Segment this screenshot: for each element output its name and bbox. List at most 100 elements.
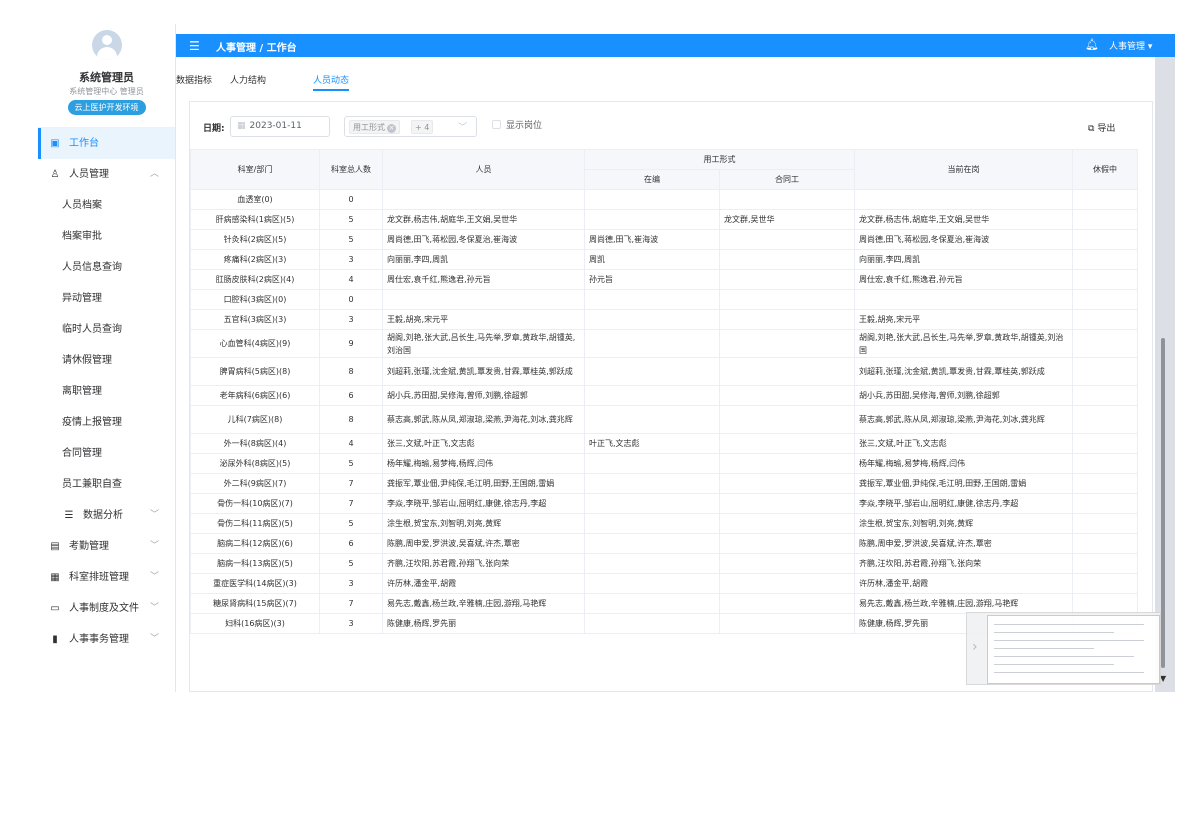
cell-contract bbox=[719, 593, 855, 614]
table-row[interactable]: 泌尿外科(8病区)(5) 5 杨年耀,梅瑜,易梦梅,杨辉,闫伟 杨年耀,梅瑜,易梦梅,… bbox=[190, 453, 1138, 474]
sidebar-menu: ▣ 工作台 ♙ 人员管理 ︿ 人员档案 档案审批 人员信息查询 异动管理 临时人员查… bbox=[38, 128, 175, 655]
sidebar-item-schedule[interactable]: ▦ 科室排班管理 ﹀ bbox=[38, 562, 175, 593]
cell-current: 易先志,戴鑫,杨兰政,辛雅楠,庄园,游翔,马艳辉 bbox=[854, 593, 1073, 614]
env-badge[interactable]: 云上医护开发环境 bbox=[67, 100, 146, 115]
table-row[interactable]: 骨伤一科(10病区)(7) 7 李焱,李晓平,邹岩山,屈明红,康健,徐志丹,李超 李焱… bbox=[190, 493, 1138, 514]
sidebar-item-attendance[interactable]: ▤ 考勤管理 ﹀ bbox=[38, 531, 175, 562]
sidebar-item-label: 异动管理 bbox=[62, 293, 102, 304]
sidebar-item-label: 合同管理 bbox=[62, 448, 102, 459]
select-tag-label: 用工形式 bbox=[353, 123, 385, 132]
cell-dept: 脑病一科(13病区)(5) bbox=[190, 553, 320, 574]
sidebar-item-label: 离职管理 bbox=[62, 386, 102, 397]
avatar[interactable] bbox=[91, 30, 122, 60]
select-tag[interactable]: 用工形式 × bbox=[349, 120, 400, 134]
table-row[interactable]: 肝病感染科(1病区)(5) 5 龙文群,杨志伟,胡庭华,王文娟,吴世华 龙文群,吴世华… bbox=[190, 209, 1138, 230]
chevron-right-icon[interactable]: › bbox=[972, 639, 978, 655]
cell-current: 胡阁,刘艳,张大武,吕长生,马先举,罗章,黄政华,胡锺英,刘治国 bbox=[854, 329, 1073, 358]
sidebar-item-temp-query[interactable]: 临时人员查询 bbox=[38, 314, 175, 345]
minimap-viewport[interactable] bbox=[987, 615, 1160, 684]
sidebar-item-transfer[interactable]: 异动管理 bbox=[38, 283, 175, 314]
cell-onpost bbox=[584, 533, 720, 554]
export-button[interactable]: ⧉ 导出 bbox=[1088, 121, 1115, 134]
cell-onpost bbox=[584, 553, 720, 574]
cell-current: 周仕宏,袁千红,熊逸君,孙元旨 bbox=[854, 269, 1073, 290]
table-row[interactable]: 老年病科(6病区)(6) 6 胡小兵,苏田甜,吴修海,曾师,刘鹏,徐超郭 胡小兵,苏田… bbox=[190, 385, 1138, 406]
table-row[interactable]: 骨伤二科(11病区)(5) 5 涂生根,贺宝东,刘智明,刘亮,黄辉 涂生根,贺宝东,刘… bbox=[190, 513, 1138, 534]
cell-onpost bbox=[584, 405, 720, 434]
vertical-scrollbar[interactable]: ▼ bbox=[1155, 57, 1175, 692]
bell-icon[interactable]: 🔔︎ bbox=[1085, 38, 1099, 51]
table-row[interactable]: 糖尿肾病科(15病区)(7) 7 易先志,戴鑫,杨兰政,辛雅楠,庄园,游翔,马艳辉易… bbox=[190, 593, 1138, 614]
sidebar-item-policy[interactable]: ▭ 人事制度及文件 ﹀ bbox=[38, 593, 175, 624]
table-row[interactable]: 脾胃病科(5病区)(8) 8 刘超莉,张瑾,沈金斌,黄凯,覃发贵,甘霖,覃桂英,郭跃… bbox=[190, 357, 1138, 386]
cell-onpost bbox=[584, 453, 720, 474]
cell-onpost bbox=[584, 613, 720, 634]
cell-total: 4 bbox=[319, 433, 383, 454]
scrollbar-thumb[interactable] bbox=[1161, 338, 1165, 668]
sidebar-item-dashboard[interactable]: ▣ 工作台 bbox=[38, 128, 175, 159]
cell-total: 8 bbox=[319, 405, 383, 434]
close-icon[interactable]: × bbox=[387, 124, 396, 133]
cell-onpost: 周凯 bbox=[584, 249, 720, 270]
cell-contract bbox=[719, 229, 855, 250]
cell-contract bbox=[719, 513, 855, 534]
cell-current: 陈鹏,周申爱,罗洪波,吴喜斌,许杰,覃密 bbox=[854, 533, 1073, 554]
table-row[interactable]: 外一科(8病区)(4) 4 张三,文斌,叶正飞,文志彪 叶正飞,文志彪 张三,文斌,叶正… bbox=[190, 433, 1138, 454]
show-position-checkbox[interactable]: 显示岗位 bbox=[492, 118, 542, 131]
tab-metrics[interactable]: 数据指标 bbox=[176, 73, 212, 86]
checkbox-box[interactable] bbox=[492, 120, 501, 129]
chevron-down-icon: ﹀ bbox=[149, 634, 159, 644]
table-row[interactable]: 五官科(3病区)(3) 3 王毅,胡亮,宋元平 王毅,胡亮,宋元平 bbox=[190, 309, 1138, 330]
sidebar-item-resign[interactable]: 离职管理 bbox=[38, 376, 175, 407]
sidebar-item-contract[interactable]: 合同管理 bbox=[38, 438, 175, 469]
table-row[interactable]: 脑病一科(13病区)(5) 5 齐鹏,汪坎阳,苏君霞,孙翔飞,张向荣 齐鹏,汪坎阳,苏… bbox=[190, 553, 1138, 574]
cell-current bbox=[854, 289, 1073, 310]
cell-current: 蔡志高,郭武,陈从凤,郑淑琼,梁燕,尹海花,刘冰,龚兆辉 bbox=[854, 405, 1073, 434]
table-row[interactable]: 儿科(7病区)(8) 8 蔡志高,郭武,陈从凤,郑淑琼,梁燕,尹海花,刘冰,龚兆辉蔡… bbox=[190, 405, 1138, 434]
date-picker[interactable]: ▦ 2023-01-11 bbox=[230, 116, 330, 137]
table-row[interactable]: 针灸科(2病区)(5) 5 周尚德,田飞,蒋松园,冬保夏治,崔海波 周尚德,田飞,崔海… bbox=[190, 229, 1138, 250]
dashboard-icon: ▣ bbox=[50, 138, 60, 149]
table-row[interactable]: 口腔科(3病区)(0) 0 bbox=[190, 289, 1138, 310]
user-menu[interactable]: 人事管理 ▾ bbox=[1109, 39, 1152, 52]
sidebar-item-affairs[interactable]: ▮ 人事事务管理 ﹀ bbox=[38, 624, 175, 655]
cell-dept: 老年病科(6病区)(6) bbox=[190, 385, 320, 406]
minimap-preview[interactable]: › bbox=[966, 612, 1161, 685]
sidebar-item-archive[interactable]: 人员档案 bbox=[38, 190, 175, 221]
tab-structure[interactable]: 人力结构 bbox=[230, 73, 266, 86]
sidebar-item-epidemic[interactable]: 疫情上报管理 bbox=[38, 407, 175, 438]
sidebar-item-info-query[interactable]: 人员信息查询 bbox=[38, 252, 175, 283]
table-row[interactable]: 血透室(0) 0 bbox=[190, 189, 1138, 210]
col-header-leave: 休假中 bbox=[1072, 149, 1138, 190]
sidebar-item-label: 档案审批 bbox=[62, 231, 102, 242]
cell-people: 刘超莉,张瑾,沈金斌,黄凯,覃发贵,甘霖,覃桂英,郭跃成 bbox=[382, 357, 585, 386]
cell-current: 齐鹏,汪坎阳,苏君霞,孙翔飞,张向荣 bbox=[854, 553, 1073, 574]
sidebar-item-leave[interactable]: 请休假管理 bbox=[38, 345, 175, 376]
sidebar-item-personnel[interactable]: ♙ 人员管理 ︿ bbox=[38, 159, 175, 190]
cell-people: 张三,文斌,叶正飞,文志彪 bbox=[382, 433, 585, 454]
cell-people: 陈鹏,周申爱,罗洪波,吴喜斌,许杰,覃密 bbox=[382, 533, 585, 554]
employment-type-select[interactable]: 用工形式 × + 4 ﹀ bbox=[344, 116, 477, 137]
table-row[interactable]: 重症医学科(14病区)(3) 3 许历林,潘金平,胡霞 许历林,潘金平,胡霞 bbox=[190, 573, 1138, 594]
tab-dynamics[interactable]: 人员动态 bbox=[313, 73, 350, 91]
cell-dept: 肛肠皮肤科(2病区)(4) bbox=[190, 269, 320, 290]
cell-dept: 心血管科(4病区)(9) bbox=[190, 329, 320, 358]
cell-current: 杨年耀,梅瑜,易梦梅,杨辉,闫伟 bbox=[854, 453, 1073, 474]
table-row[interactable]: 外二科(9病区)(7) 7 龚振军,覃业佃,尹纯保,毛江明,田野,王国朗,雷娟 龚振军… bbox=[190, 473, 1138, 494]
chevron-down-icon: ﹀ bbox=[149, 572, 159, 582]
sidebar-item-analysis[interactable]: ☰ 数据分析 ﹀ bbox=[38, 500, 175, 531]
cell-contract bbox=[719, 553, 855, 574]
cell-people: 周尚德,田飞,蒋松园,冬保夏治,崔海波 bbox=[382, 229, 585, 250]
cell-people: 涂生根,贺宝东,刘智明,刘亮,黄辉 bbox=[382, 513, 585, 534]
col-header-onpost: 在编 bbox=[584, 169, 720, 190]
sidebar-item-approval[interactable]: 档案审批 bbox=[38, 221, 175, 252]
table-row[interactable]: 疼痛科(2病区)(3) 3 向丽丽,李四,周凯 周凯 向丽丽,李四,周凯 bbox=[190, 249, 1138, 270]
user-name: 系统管理员 bbox=[79, 71, 134, 84]
cell-people: 易先志,戴鑫,杨兰政,辛雅楠,庄园,游翔,马艳辉 bbox=[382, 593, 585, 614]
sidebar-item-parttime[interactable]: 员工兼职自查 bbox=[38, 469, 175, 500]
menu-toggle-icon[interactable]: ☰ bbox=[189, 39, 200, 53]
table-row[interactable]: 脑病二科(12病区)(6) 6 陈鹏,周申爱,罗洪波,吴喜斌,许杰,覃密 陈鹏,周申爱… bbox=[190, 533, 1138, 554]
staff-table-wrapper: 科室/部门 科室总人数 人员 用工形式 当前在岗 休假中 在编 合同工 血透室(… bbox=[190, 149, 1138, 690]
table-row[interactable]: 心血管科(4病区)(9) 9 胡阁,刘艳,张大武,吕长生,马先举,罗章,黄政华,胡锺… bbox=[190, 329, 1138, 358]
table-row[interactable]: 肛肠皮肤科(2病区)(4) 4 周仕宏,袁千红,熊逸君,孙元旨 孙元旨 周仕宏,袁千红,… bbox=[190, 269, 1138, 290]
